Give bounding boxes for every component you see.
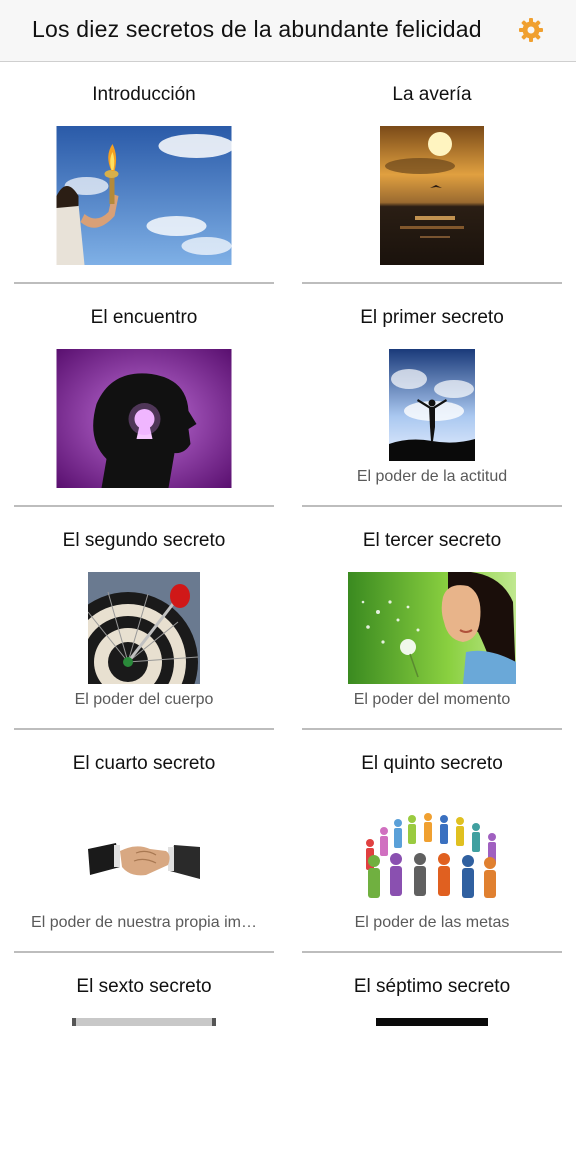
chapter-item-el-quinto-secreto[interactable]: El quinto secreto El poder de las metas [302, 731, 562, 953]
divider [14, 951, 274, 953]
chapter-subtitle: El poder de nuestra propia im… [31, 914, 257, 931]
people-circle-image [350, 795, 514, 907]
handshake-image [86, 795, 202, 907]
app-title: Los diez secretos de la abundante felici… [32, 16, 482, 42]
chapter-title: La avería [392, 84, 472, 105]
chapter-title: El cuarto secreto [72, 753, 216, 774]
torch-image [56, 126, 232, 265]
chapter-title: El quinto secreto [361, 753, 503, 774]
partial-image [72, 1018, 216, 1026]
chapter-item-el-cuarto-secreto[interactable]: El cuarto secreto El poder de nuestra pr… [14, 731, 274, 953]
dandelion-woman-image [348, 572, 516, 684]
divider [302, 282, 562, 284]
divider [302, 951, 562, 953]
divider [302, 728, 562, 730]
chapter-item-el-septimo-secreto[interactable]: El séptimo secreto [302, 954, 562, 1176]
chapter-title: El primer secreto [360, 307, 504, 328]
sunset-sea-image [380, 126, 484, 265]
man-sky-image [389, 349, 475, 461]
chapter-item-el-primer-secreto[interactable]: El primer secreto El poder de la actitud [302, 285, 562, 507]
chapter-title: El encuentro [90, 307, 198, 328]
divider [302, 505, 562, 507]
chapter-subtitle: El poder del cuerpo [74, 691, 214, 708]
keyhole-head-image [56, 349, 232, 488]
chapter-item-el-segundo-secreto[interactable]: El segundo secreto El poder del cuerpo [14, 508, 274, 730]
chapter-subtitle: El poder de la actitud [356, 468, 508, 485]
chapter-title: El sexto secreto [76, 976, 212, 997]
chapter-title: El segundo secreto [62, 530, 226, 551]
chapter-subtitle: El poder del momento [353, 691, 511, 708]
partial-image [376, 1018, 488, 1026]
chapter-item-el-sexto-secreto[interactable]: El sexto secreto [14, 954, 274, 1176]
divider [14, 282, 274, 284]
chapter-item-la-averia[interactable]: La avería [302, 62, 562, 284]
chapter-title: El séptimo secreto [353, 976, 511, 997]
app-header: Los diez secretos de la abundante felici… [0, 0, 576, 62]
gear-icon[interactable] [518, 17, 544, 43]
chapter-item-el-encuentro[interactable]: El encuentro [14, 285, 274, 507]
dartboard-image [88, 572, 200, 684]
chapter-item-introduccion[interactable]: Introducción [14, 62, 274, 284]
chapter-item-el-tercer-secreto[interactable]: El tercer secreto El poder del momento [302, 508, 562, 730]
divider [14, 728, 274, 730]
chapter-title: El tercer secreto [362, 530, 502, 551]
chapter-title: Introducción [92, 84, 196, 105]
divider [14, 505, 274, 507]
chapter-subtitle: El poder de las metas [354, 914, 510, 931]
